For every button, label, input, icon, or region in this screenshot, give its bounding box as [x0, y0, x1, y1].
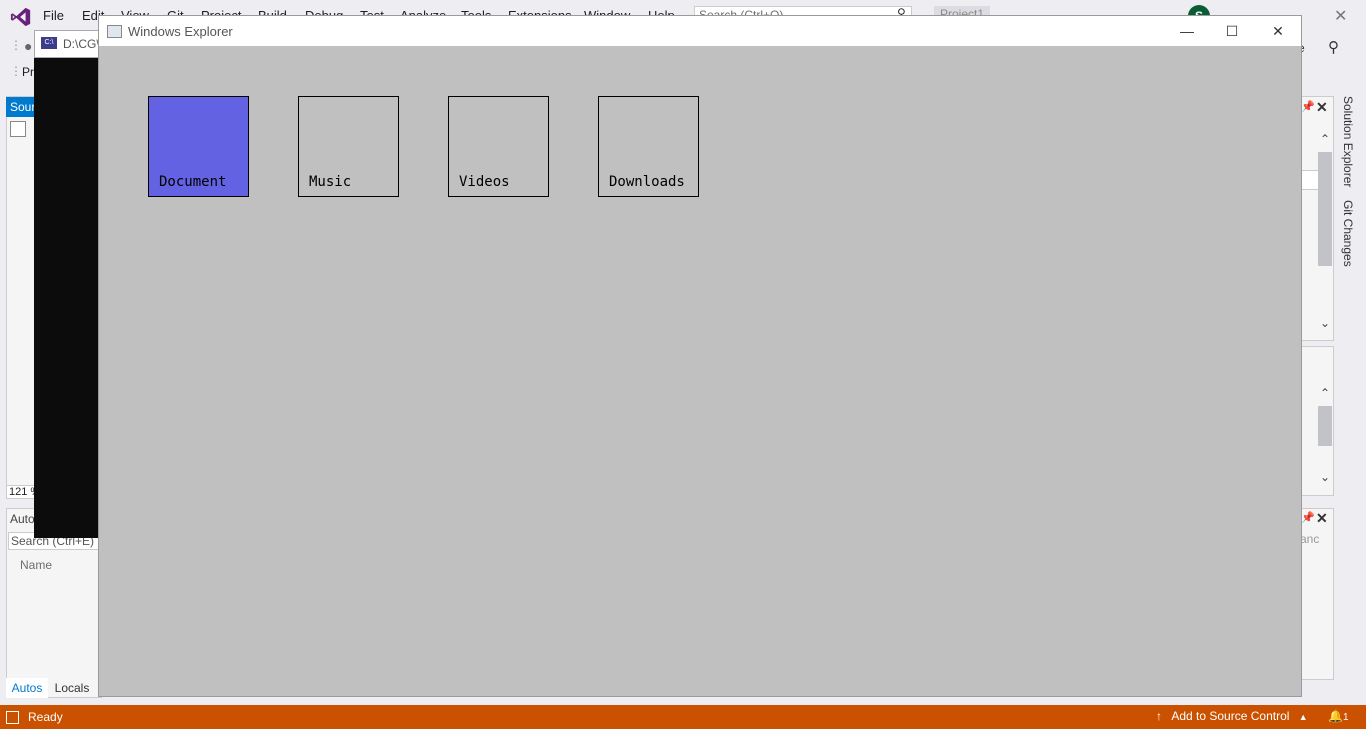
pin-icon[interactable]: 📌: [1301, 100, 1315, 113]
back-icon[interactable]: ●: [24, 38, 32, 54]
status-window-icon: [6, 711, 19, 724]
add-to-source-control-button[interactable]: ↑ Add to Source Control ▲: [1156, 709, 1308, 723]
folder-label: Document: [159, 174, 227, 190]
visual-studio-logo-icon: [10, 7, 31, 27]
autos-panel-title: Auto: [10, 512, 35, 526]
status-bar: Ready ↑ Add to Source Control ▲ 🔔1: [0, 705, 1366, 729]
chevron-up-icon[interactable]: ⌃: [1320, 132, 1330, 146]
autos-column-name: Name: [20, 558, 53, 572]
right-clipped-text: anc: [1300, 532, 1320, 546]
tab-autos[interactable]: Autos: [6, 678, 48, 698]
scrollbar-thumb[interactable]: [1318, 152, 1332, 266]
tab-git-changes[interactable]: Git Changes: [1341, 200, 1355, 267]
folder-document[interactable]: Document: [148, 96, 249, 197]
folder-label: Music: [309, 174, 352, 190]
live-share-icon[interactable]: ⚲: [1328, 38, 1339, 56]
windows-explorer-window: Windows Explorer — ☐ ✕ Document Music Vi…: [98, 15, 1302, 697]
window-title: Windows Explorer: [128, 24, 233, 39]
maximize-button[interactable]: ☐: [1210, 20, 1254, 42]
folder-label: Videos: [459, 174, 510, 190]
caret-up-icon: ▲: [1298, 712, 1308, 722]
close-icon[interactable]: ✕: [1316, 510, 1328, 527]
toolbar-label[interactable]: Pr: [22, 65, 34, 79]
folder-videos[interactable]: Videos: [448, 96, 549, 197]
folder-label: Downloads: [609, 174, 685, 190]
toolbar-grip-icon: ⋮: [10, 38, 22, 52]
chevron-down-icon[interactable]: ⌄: [1320, 470, 1330, 484]
folder-downloads[interactable]: Downloads: [598, 96, 699, 197]
console-path: D:\CG\: [63, 37, 100, 51]
chevron-down-icon[interactable]: ⌄: [1320, 316, 1330, 330]
console-window[interactable]: [34, 30, 104, 538]
project-node-icon[interactable]: [10, 121, 26, 137]
tab-solution-explorer[interactable]: Solution Explorer: [1341, 96, 1355, 187]
notifications-button[interactable]: 🔔1: [1328, 709, 1349, 723]
explorer-titlebar[interactable]: Windows Explorer — ☐ ✕: [99, 16, 1301, 46]
vs-close-icon[interactable]: ✕: [1334, 6, 1347, 26]
scrollbar-thumb[interactable]: [1318, 406, 1332, 446]
tab-locals[interactable]: Locals: [52, 678, 92, 698]
folder-music[interactable]: Music: [298, 96, 399, 197]
pin-icon[interactable]: 📌: [1301, 511, 1315, 524]
arrow-up-icon: ↑: [1156, 709, 1162, 723]
chevron-up-icon[interactable]: ⌃: [1320, 386, 1330, 400]
console-titlebar[interactable]: C:\ D:\CG\: [34, 30, 104, 58]
toolbar-grip-icon: ⋮: [10, 64, 22, 78]
status-text: Ready: [28, 710, 63, 724]
source-control-label: Add to Source Control: [1171, 709, 1290, 723]
bell-icon: 🔔: [1328, 709, 1343, 723]
close-button[interactable]: ✕: [1256, 20, 1300, 42]
minimize-button[interactable]: —: [1165, 20, 1209, 42]
solution-search-field[interactable]: [1300, 170, 1320, 190]
menu-item-file[interactable]: File: [43, 8, 64, 23]
close-icon[interactable]: ✕: [1316, 99, 1328, 116]
window-app-icon: [107, 25, 122, 38]
console-icon: C:\: [41, 37, 57, 49]
notification-count: 1: [1342, 712, 1349, 723]
